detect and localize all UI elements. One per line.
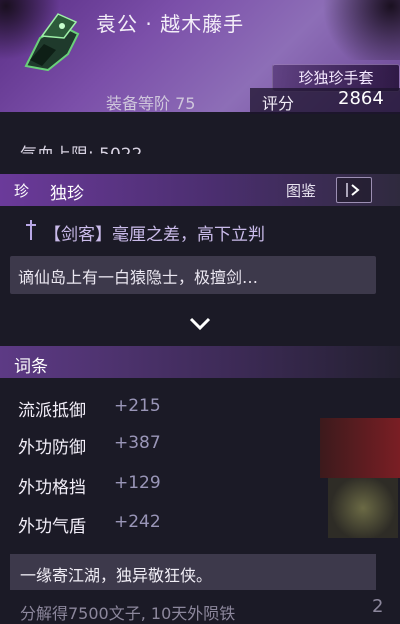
item-title: 袁公 · 越木藤手 xyxy=(96,12,245,36)
partial-stat-line: 气血上限: 5022 xyxy=(20,140,142,154)
skill-line: 【剑客】毫厘之差，高下立判 xyxy=(44,225,265,245)
score-value: 2864 xyxy=(338,88,384,109)
rarity-badge: 珍 xyxy=(14,182,30,200)
arrow-right-icon xyxy=(346,183,360,197)
atlas-label[interactable]: 图鉴 xyxy=(286,180,316,201)
trait-name: 外功格挡 xyxy=(18,478,86,498)
trait-value: +387 xyxy=(114,433,161,453)
side-item-thumbnail[interactable] xyxy=(320,418,400,478)
trait-name: 外功气盾 xyxy=(18,517,86,537)
side-item-thumbnail[interactable] xyxy=(328,478,398,538)
header-decoration xyxy=(310,0,400,60)
trait-value: +242 xyxy=(114,512,161,532)
traits-title: 词条 xyxy=(14,357,48,377)
atlas-button[interactable] xyxy=(336,177,372,203)
rarity-text: 独珍 xyxy=(50,184,84,204)
score-label: 评分 xyxy=(262,94,295,113)
description-text: 谪仙岛上有一白猿隐士，极擅剑… xyxy=(18,268,259,287)
traits-header xyxy=(0,346,400,378)
glove-icon xyxy=(24,13,80,72)
quote-text: 一缘寄江湖，独异敬狂侠。 xyxy=(20,566,213,585)
chevron-down-icon[interactable] xyxy=(186,315,214,333)
trait-value: +129 xyxy=(114,473,161,493)
trait-name: 外功防御 xyxy=(18,438,86,458)
trait-name: 流派抵御 xyxy=(18,401,86,421)
dismantle-info: 分解得7500文子, 10天外陨铁 xyxy=(20,604,236,623)
sword-icon xyxy=(26,220,36,240)
equipment-level: 装备等阶 75 xyxy=(106,94,196,113)
footer-number: 2 xyxy=(372,596,384,617)
trait-value: +215 xyxy=(114,396,161,416)
